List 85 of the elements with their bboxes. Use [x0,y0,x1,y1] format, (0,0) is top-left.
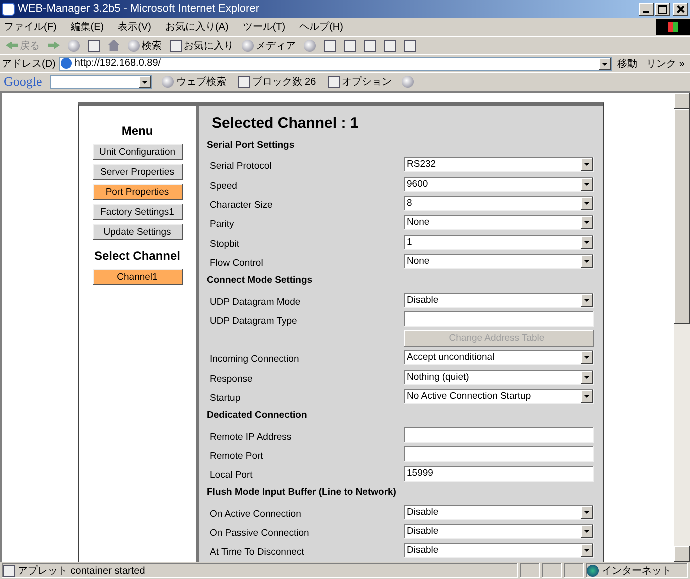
menu-button[interactable]: Update Settings [92,224,182,240]
field-label: At Time To Disconnect [209,546,306,558]
scroll-thumb[interactable] [674,109,690,324]
page-heading: Selected Channel : 1 [212,115,360,132]
field-label: Remote Port [209,450,264,462]
menu-item[interactable]: ファイル(F) [4,20,57,34]
dropdown[interactable]: 9600 [404,176,594,192]
dropdown[interactable]: Disable [404,524,594,540]
dropdown[interactable]: No Active Connection Startup [404,389,594,404]
browser-icon [2,2,15,16]
page-button[interactable] [382,38,398,54]
scroll-up-icon[interactable] [674,93,690,109]
section-heading: Serial Port Settings [207,139,296,154]
options-button[interactable]: オプション [326,74,394,90]
web-search-button[interactable]: ウェブ検索 [160,74,228,90]
menu-item[interactable]: ヘルプ(H) [300,20,344,34]
dropdown[interactable]: None [404,254,594,269]
section-heading: Flush Mode Input Buffer (Line to Network) [207,486,398,500]
field-label: Speed [209,180,238,192]
close-button[interactable] [673,2,688,16]
refresh-button[interactable] [86,38,102,54]
menu-item[interactable]: お気に入り(A) [165,20,229,34]
status-message: アプレット container started [18,564,146,578]
dropdown[interactable]: Nothing (quiet) [404,370,594,385]
address-label: アドレス(D) [2,58,56,70]
minimize-button[interactable] [639,2,654,16]
input-field[interactable] [404,311,594,328]
links-button[interactable]: リンク » [644,56,688,70]
window-title: WEB-Manager 3.2b5 - Microsoft Internet Explorer [18,3,260,15]
scrollbar[interactable] [674,93,690,562]
field-label: Flow Control [209,256,264,269]
home-icon [108,40,120,52]
dropdown[interactable]: Disable [404,504,594,520]
dropdown[interactable]: 1 [404,234,594,250]
go-button[interactable]: 移動 [614,56,641,70]
media-button[interactable]: メディア [240,38,298,54]
favorites-button[interactable]: お気に入り [168,38,236,54]
popup-block-button[interactable]: ブロック数 26 [236,74,318,90]
field-label: Response [209,372,254,385]
dropdown[interactable]: None [404,215,594,230]
sidebar-heading: Menu [122,124,154,138]
url-text: http://192.168.0.89/ [74,58,162,69]
dropdown[interactable]: RS232 [404,157,594,172]
mail-button[interactable] [322,38,338,54]
field-label: Incoming Connection [209,353,300,366]
address-field[interactable]: http://192.168.0.89/ [58,56,612,70]
menu-button[interactable]: Unit Configuration [92,144,182,160]
field-label: Stopbit [209,238,241,250]
menu-item[interactable]: 編集(E) [70,20,104,34]
field-label: Startup [209,392,242,404]
dropdown[interactable]: Disable [404,292,594,308]
input-field[interactable]: 15999 [404,466,594,482]
field-label: UDP Datagram Type [209,314,298,327]
menu-button[interactable]: Factory Settings1 [92,204,182,220]
field-label: On Passive Connection [209,527,310,540]
zone-text: インターネット [602,564,672,578]
menu-item[interactable]: ツール(T) [242,20,286,34]
maximize-button[interactable] [655,2,670,16]
menu-button[interactable]: Port Properties [92,184,182,200]
messenger-button[interactable] [402,38,418,54]
menu-item[interactable]: 表示(V) [118,20,152,34]
input-field[interactable] [404,446,594,462]
google-logo[interactable]: Google [4,74,42,90]
field-label: Character Size [209,199,274,212]
dropdown[interactable]: Disable [404,543,594,558]
menu-button[interactable]: Server Properties [92,164,182,180]
search-field[interactable] [50,75,152,89]
dropdown[interactable]: 8 [404,196,594,212]
search-button[interactable]: 検索 [126,38,164,54]
print-button[interactable] [342,38,358,54]
dropdown[interactable]: Accept unconditional [404,350,594,366]
field-label: Remote IP Address [209,430,293,443]
scroll-down-icon[interactable] [674,546,690,562]
field-label: Serial Protocol [209,160,273,172]
input-field[interactable] [404,427,594,444]
sidebar-heading: Select Channel [94,249,181,263]
field-label: Parity [209,218,236,230]
channel-button[interactable]: Channel1 [92,269,182,285]
field-label: Local Port [209,469,254,482]
section-heading: Dedicated Connection [207,409,308,424]
windows-logo-icon [656,19,690,35]
field-label: UDP Datagram Mode [209,296,302,308]
section-heading: Connect Mode Settings [207,274,314,288]
field-label: On Active Connection [209,508,302,520]
edit-button[interactable] [362,38,378,54]
